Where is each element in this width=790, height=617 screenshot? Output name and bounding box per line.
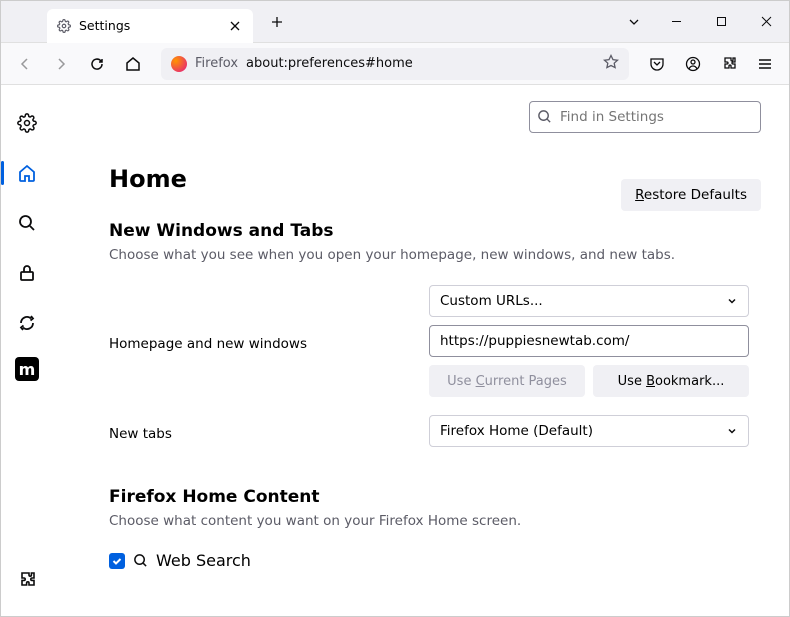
select-value: Custom URLs...	[440, 293, 543, 309]
app-menu-button[interactable]	[749, 48, 781, 80]
find-in-settings	[529, 101, 761, 133]
sidebar-search[interactable]	[11, 207, 43, 239]
close-icon	[229, 20, 241, 32]
settings-main: Restore Defaults Home New Windows and Ta…	[53, 85, 789, 616]
puzzle-icon	[721, 56, 737, 72]
homepage-label: Homepage and new windows	[109, 330, 429, 352]
puzzle-icon	[17, 570, 37, 590]
firefox-logo-icon	[171, 56, 187, 72]
plus-icon	[270, 15, 284, 29]
newtabs-label: New tabs	[109, 420, 429, 442]
forward-button[interactable]	[45, 48, 77, 80]
close-window-button[interactable]	[744, 2, 789, 42]
pocket-icon	[649, 56, 665, 72]
back-button[interactable]	[9, 48, 41, 80]
use-bookmark-button[interactable]: Use Bookmark...	[593, 365, 749, 397]
homepage-url-input[interactable]	[429, 325, 749, 357]
bookmark-star-button[interactable]	[603, 54, 619, 74]
account-icon	[685, 56, 701, 72]
chevron-down-icon	[726, 295, 738, 307]
hamburger-icon	[757, 56, 773, 72]
url-bar[interactable]: Firefox about:preferences#home	[161, 48, 629, 80]
search-icon	[17, 213, 37, 233]
url-prefix: Firefox	[195, 56, 238, 71]
gear-icon	[17, 113, 37, 133]
maximize-button[interactable]	[699, 2, 744, 42]
titlebar: Settings	[1, 1, 789, 43]
reload-button[interactable]	[81, 48, 113, 80]
section-description: Choose what you see when you open your h…	[109, 247, 765, 263]
homepage-select[interactable]: Custom URLs...	[429, 285, 749, 317]
lock-icon	[17, 263, 37, 283]
chevron-down-icon	[627, 15, 641, 29]
minimize-button[interactable]	[654, 2, 699, 42]
home-icon	[125, 56, 141, 72]
search-icon	[537, 109, 552, 124]
newtabs-select[interactable]: Firefox Home (Default)	[429, 415, 749, 447]
sidebar-more-mozilla[interactable]: m	[15, 357, 39, 381]
section-heading: New Windows and Tabs	[109, 221, 765, 241]
close-tab-button[interactable]	[227, 18, 243, 34]
sidebar-general[interactable]	[11, 107, 43, 139]
arrow-right-icon	[53, 56, 69, 72]
pocket-button[interactable]	[641, 48, 673, 80]
minimize-icon	[671, 16, 682, 27]
toolbar: Firefox about:preferences#home	[1, 43, 789, 85]
section-heading: Firefox Home Content	[109, 487, 765, 507]
websearch-label: Web Search	[156, 551, 251, 570]
chevron-down-icon	[726, 425, 738, 437]
find-input[interactable]	[529, 101, 761, 133]
gear-icon	[57, 19, 71, 33]
url-path: about:preferences#home	[246, 56, 413, 71]
sidebar-extensions[interactable]	[11, 564, 43, 596]
reload-icon	[89, 56, 105, 72]
home-icon	[17, 163, 37, 183]
home-button[interactable]	[117, 48, 149, 80]
sidebar-sync[interactable]	[11, 307, 43, 339]
tabs-dropdown-button[interactable]	[614, 15, 654, 29]
account-button[interactable]	[677, 48, 709, 80]
window-controls	[654, 2, 789, 42]
extensions-button[interactable]	[713, 48, 745, 80]
restore-defaults-button[interactable]: Restore Defaults	[621, 179, 761, 211]
select-value: Firefox Home (Default)	[440, 423, 593, 439]
section-description: Choose what content you want on your Fir…	[109, 513, 765, 529]
sidebar-privacy[interactable]	[11, 257, 43, 289]
sidebar-home[interactable]	[11, 157, 43, 189]
new-tab-button[interactable]	[263, 8, 291, 36]
search-icon	[133, 553, 148, 568]
maximize-icon	[716, 16, 727, 27]
browser-tab[interactable]: Settings	[47, 9, 253, 43]
check-icon	[111, 555, 123, 567]
use-current-pages-button[interactable]: Use Current Pages	[429, 365, 585, 397]
settings-sidebar: m	[1, 85, 53, 616]
close-icon	[761, 16, 772, 27]
star-icon	[603, 54, 619, 70]
tab-title: Settings	[79, 18, 219, 33]
sync-icon	[17, 313, 37, 333]
arrow-left-icon	[17, 56, 33, 72]
websearch-checkbox[interactable]	[109, 553, 125, 569]
